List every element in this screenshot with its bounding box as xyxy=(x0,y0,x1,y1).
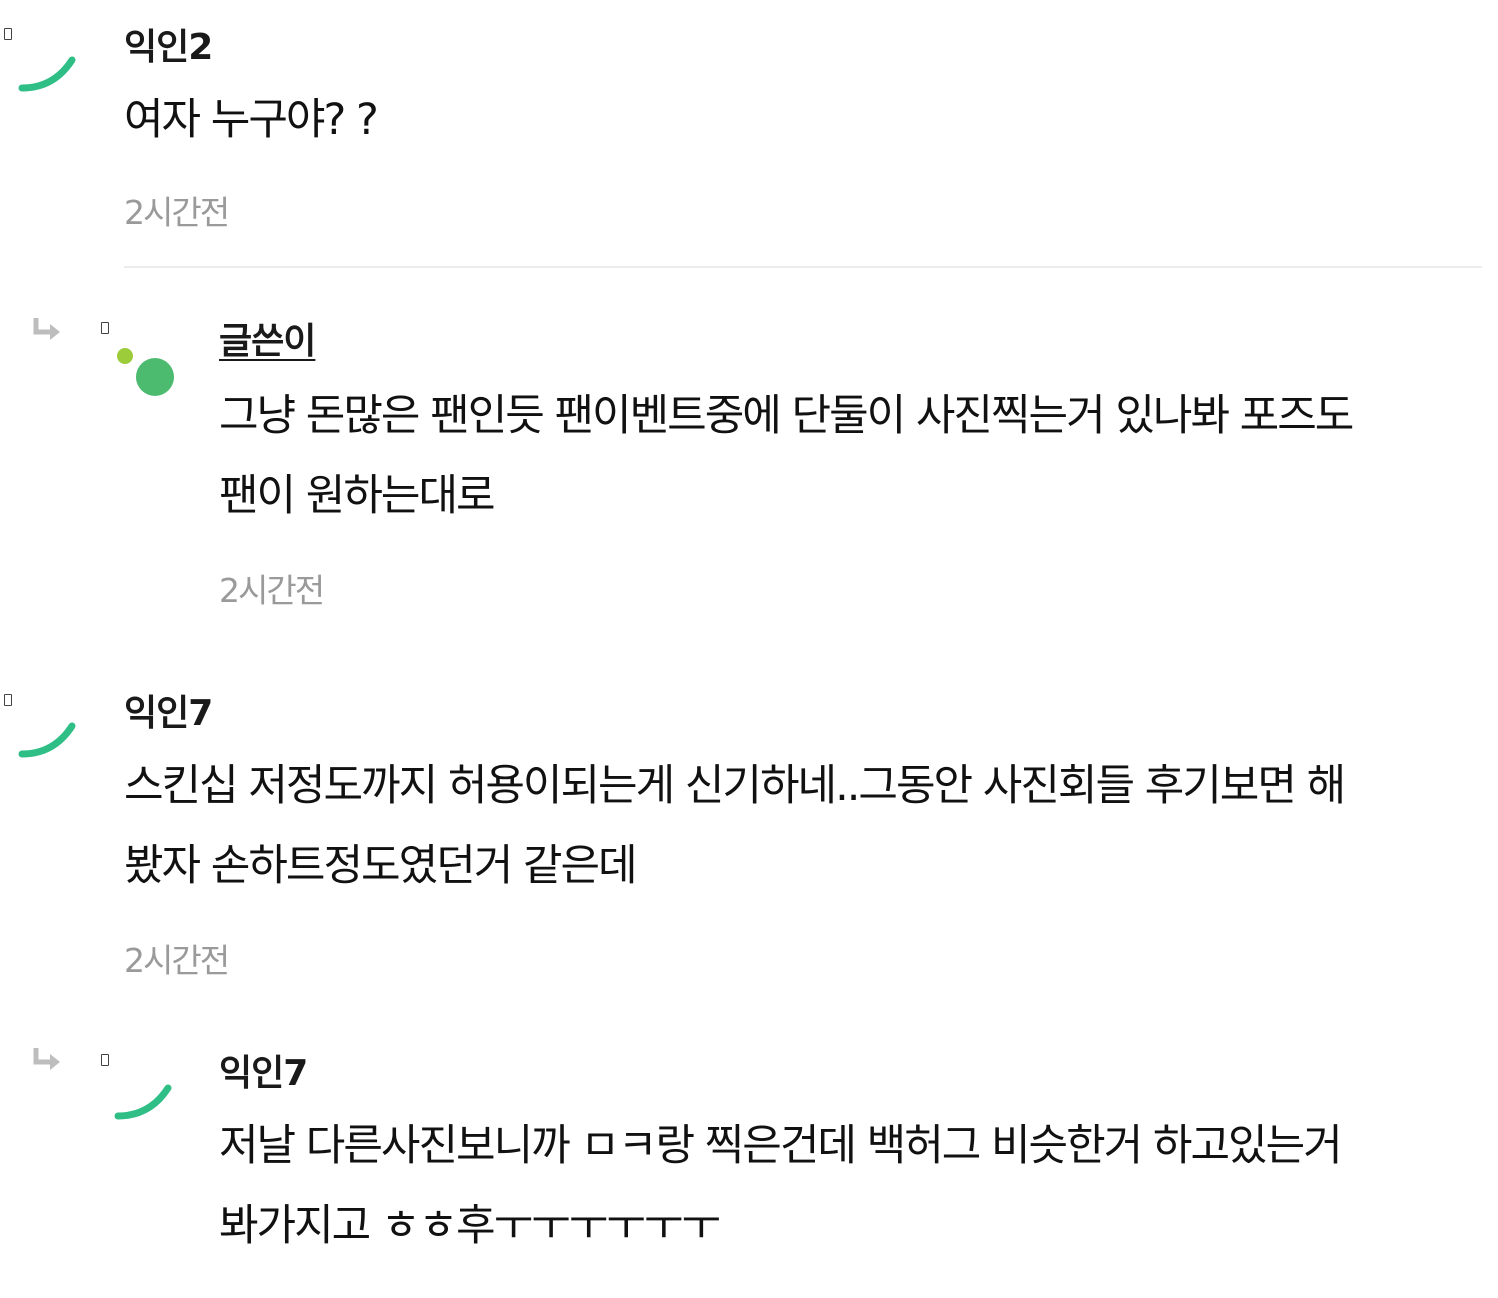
reply-arrow-icon xyxy=(33,1048,60,1070)
comment-author[interactable]: 익인7 xyxy=(219,1044,308,1096)
green-dots-icon xyxy=(117,348,174,396)
comment-text-line-1: 저날 다른사진보니까 ㅁㅋ랑 찍은건데 백허그 비슷한거 하고있는거 xyxy=(219,1121,1343,1171)
comment-time: 2시간전 xyxy=(124,941,230,980)
select-checkbox[interactable] xyxy=(101,1054,109,1066)
comment-text-line-1: 스킨십 저정도까지 허용이되는게 신기하네..그동안 사진회들 후기보면 해 xyxy=(124,761,1346,811)
green-arc-icon xyxy=(18,56,76,92)
comment-text-line-2: 봐가지고 ㅎㅎ후ㅜㅜㅜㅜㅜㅜ xyxy=(219,1201,721,1251)
select-checkbox[interactable] xyxy=(4,28,12,40)
comment-author[interactable]: 익인2 xyxy=(124,18,213,70)
comment-text: 여자 누구야? ? xyxy=(124,95,379,145)
green-arc-icon xyxy=(18,722,76,758)
comment-author-op[interactable]: 글쓴이 xyxy=(219,312,316,364)
select-checkbox[interactable] xyxy=(101,322,109,334)
comment-text-line-2: 팬이 원하는대로 xyxy=(219,471,496,521)
comment-text-line-1: 그냥 돈많은 팬인듯 팬이벤트중에 단둘이 사진찍는거 있나봐 포즈도 xyxy=(219,391,1354,441)
divider xyxy=(124,266,1482,268)
comment-time: 2시간전 xyxy=(219,571,325,610)
select-checkbox[interactable] xyxy=(4,694,12,706)
reply-arrow-icon xyxy=(33,318,60,340)
comment-time: 2시간전 xyxy=(124,193,230,232)
comment-text-line-2: 봤자 손하트정도였던거 같은데 xyxy=(124,841,638,891)
green-arc-icon xyxy=(114,1084,172,1120)
comment-author[interactable]: 익인7 xyxy=(124,684,213,736)
